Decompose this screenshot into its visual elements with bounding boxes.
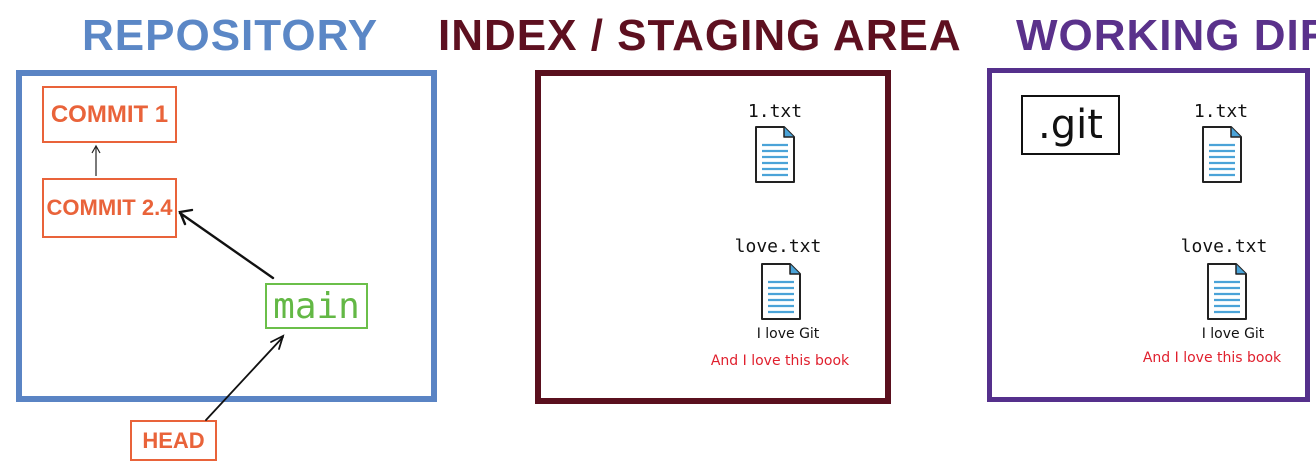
git-folder-box: .git [1021, 95, 1120, 155]
head-pointer-box: HEAD [130, 420, 217, 461]
text-file-icon [1207, 263, 1247, 320]
commit-2-box: COMMIT 2.4 [42, 178, 177, 238]
index-file-2-line-2: And I love this book [710, 353, 850, 369]
working-file-2-name: love.txt [1180, 236, 1268, 257]
working-file-2-line-1: I love Git [1201, 326, 1265, 342]
working-file-2-line-2: And I love this book [1142, 350, 1282, 366]
text-file-icon [761, 263, 801, 320]
index-title: INDEX / STAGING AREA [438, 11, 962, 60]
index-file-2-name: love.txt [734, 236, 822, 257]
text-file-icon [755, 126, 795, 183]
working-file-1-name: 1.txt [1193, 101, 1249, 122]
text-file-icon [1202, 126, 1242, 183]
index-file-2-line-1: I love Git [756, 326, 820, 342]
working-dir-title: WORKING DIR [1016, 11, 1316, 60]
index-file-1-name: 1.txt [747, 101, 803, 122]
commit-1-box: COMMIT 1 [42, 86, 177, 143]
main-branch-box: main [265, 283, 368, 329]
repository-title: REPOSITORY [82, 11, 379, 60]
